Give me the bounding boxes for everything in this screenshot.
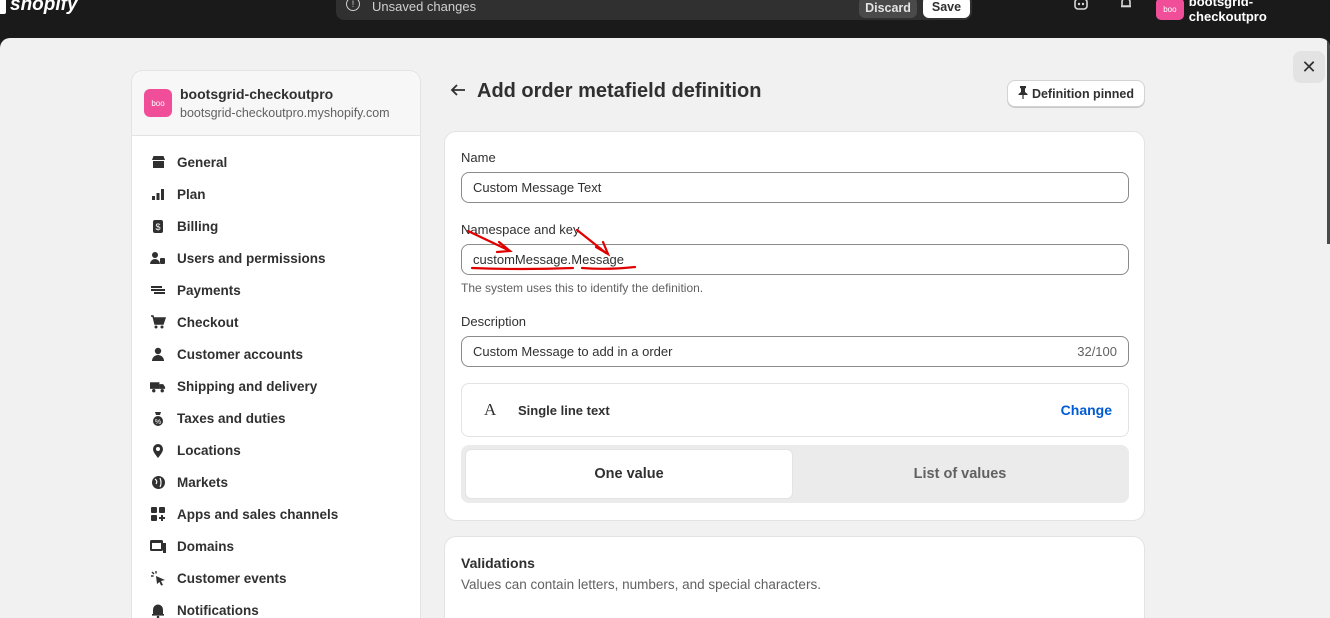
character-counter: 32/100 — [1077, 344, 1117, 359]
apps-icon — [150, 506, 166, 522]
discard-button[interactable]: Discard — [859, 0, 917, 18]
sidebar-item-billing[interactable]: $ Billing — [150, 216, 218, 236]
name-label: Name — [461, 150, 496, 165]
validations-card: Validations Values can contain letters, … — [444, 536, 1145, 618]
sidebar-item-domains[interactable]: Domains — [150, 536, 234, 556]
sidebar-item-label: Markets — [177, 474, 229, 490]
sidebar-item-label: Notifications — [177, 602, 259, 618]
validations-title: Validations — [461, 555, 535, 571]
cart-icon — [150, 314, 166, 330]
name-input[interactable]: Custom Message Text — [461, 172, 1129, 203]
namespace-key-value: customMessage.Message — [473, 252, 625, 267]
store-domain: bootsgrid-checkoutpro.myshopify.com — [180, 106, 390, 120]
one-value-option[interactable]: One value — [465, 449, 793, 499]
shopify-logo[interactable]: shopify — [0, 0, 78, 16]
sidebar-item-users[interactable]: Users and permissions — [150, 248, 326, 268]
sidebar-item-markets[interactable]: Markets — [150, 472, 228, 492]
list-of-values-option[interactable]: List of values — [795, 449, 1125, 499]
contextual-save-bar: ! Unsaved changes Discard Save — [336, 0, 972, 20]
person-icon — [150, 346, 166, 362]
sidebar-item-label: Shipping and delivery — [177, 378, 318, 394]
settings-modal: ✕ boo bootsgrid-checkoutpro bootsgrid-ch… — [0, 38, 1330, 618]
sidebar-item-label: Customer accounts — [177, 346, 304, 362]
definition-card: Name Custom Message Text Namespace and k… — [444, 131, 1145, 521]
sidebar-item-shipping[interactable]: Shipping and delivery — [150, 376, 317, 396]
sidebar-item-label: Domains — [177, 538, 235, 554]
description-value: Custom Message to add in a order — [473, 344, 673, 359]
value-count-toggle: One value List of values — [461, 445, 1129, 503]
pin-icon — [1018, 85, 1028, 102]
billing-icon: $ — [150, 218, 166, 234]
sidebar-item-label: General — [177, 154, 228, 170]
namespace-help-text: The system uses this to identify the def… — [461, 281, 704, 295]
sidebar-item-notifications[interactable]: Notifications — [150, 600, 259, 618]
bell-icon — [150, 602, 166, 618]
warning-icon: ! — [346, 0, 360, 11]
description-label: Description — [461, 314, 527, 329]
validations-subtitle: Values can contain letters, numbers, and… — [461, 577, 821, 592]
sidebar-item-label: Customer events — [177, 570, 287, 586]
users-icon — [150, 250, 166, 266]
close-button[interactable]: ✕ — [1293, 51, 1325, 83]
bell-icon[interactable] — [1119, 0, 1133, 13]
sidebar-item-locations[interactable]: Locations — [150, 440, 241, 460]
store-icon — [150, 154, 166, 170]
store-header[interactable]: boo bootsgrid-checkoutpro bootsgrid-chec… — [132, 71, 420, 136]
change-type-button[interactable]: Change — [1061, 402, 1112, 418]
sidebar-item-customer-events[interactable]: Customer events — [150, 568, 287, 588]
description-input[interactable]: Custom Message to add in a order 32/100 — [461, 336, 1129, 367]
sidebar-item-payments[interactable]: Payments — [150, 280, 241, 300]
settings-sidebar: boo bootsgrid-checkoutpro bootsgrid-chec… — [131, 70, 421, 618]
text-type-icon: A — [484, 400, 497, 419]
sidebar-item-label: Apps and sales channels — [177, 506, 339, 522]
store-name: bootsgrid-checkoutpro — [1188, 0, 1267, 24]
back-arrow-icon[interactable] — [450, 81, 470, 102]
save-button[interactable]: Save — [923, 0, 970, 18]
sidebar-item-label: Taxes and duties — [177, 410, 286, 426]
namespace-key-label: Namespace and key — [461, 222, 580, 237]
payments-icon — [150, 282, 166, 298]
unsaved-changes-text: Unsaved changes — [372, 0, 477, 14]
sidebar-item-label: Plan — [177, 186, 206, 202]
page-title: Add order metafield definition — [477, 80, 762, 102]
type-selector: A Single line text Change — [461, 383, 1129, 437]
definition-pinned-button[interactable]: Definition pinned — [1007, 80, 1145, 107]
name-value: Custom Message Text — [473, 180, 602, 195]
definition-pinned-label: Definition pinned — [1031, 86, 1135, 101]
svg-text:$: $ — [155, 222, 160, 232]
top-bar: shopify ! Unsaved changes Discard Save b… — [0, 0, 1330, 30]
bot-icon[interactable] — [1073, 0, 1089, 13]
sidebar-item-customer-accounts[interactable]: Customer accounts — [150, 344, 303, 364]
sidebar-item-label: Locations — [177, 442, 241, 458]
location-icon — [150, 442, 166, 458]
sidebar-item-label: Users and permissions — [177, 250, 326, 266]
sidebar-item-checkout[interactable]: Checkout — [150, 312, 239, 332]
store-menu[interactable]: boo bootsgrid-checkoutpro — [1156, 0, 1330, 24]
sidebar-item-general[interactable]: General — [150, 152, 227, 172]
truck-icon — [150, 378, 166, 394]
store-avatar: boo — [144, 89, 172, 117]
namespace-key-input[interactable]: customMessage.Message — [461, 244, 1129, 275]
sidebar-item-plan[interactable]: Plan — [150, 184, 206, 204]
globe-icon — [150, 474, 166, 490]
tax-icon: % — [150, 410, 166, 426]
sidebar-item-label: Checkout — [177, 314, 239, 330]
type-label: Single line text — [518, 402, 610, 418]
sidebar-item-label: Billing — [177, 218, 219, 234]
shopify-wordmark: shopify — [10, 0, 78, 15]
sidebar-item-taxes[interactable]: % Taxes and duties — [150, 408, 286, 428]
events-icon — [150, 570, 166, 586]
sidebar-item-label: Payments — [177, 282, 241, 298]
shopify-bag-icon — [0, 0, 6, 14]
plan-icon — [150, 186, 166, 202]
sidebar-item-apps[interactable]: Apps and sales channels — [150, 504, 338, 524]
svg-text:%: % — [155, 419, 161, 426]
close-icon: ✕ — [1301, 56, 1317, 77]
store-name: bootsgrid-checkoutpro — [180, 86, 334, 102]
page-header: Add order metafield definition — [450, 80, 761, 103]
store-avatar: boo — [1156, 0, 1184, 20]
domains-icon — [150, 538, 166, 554]
